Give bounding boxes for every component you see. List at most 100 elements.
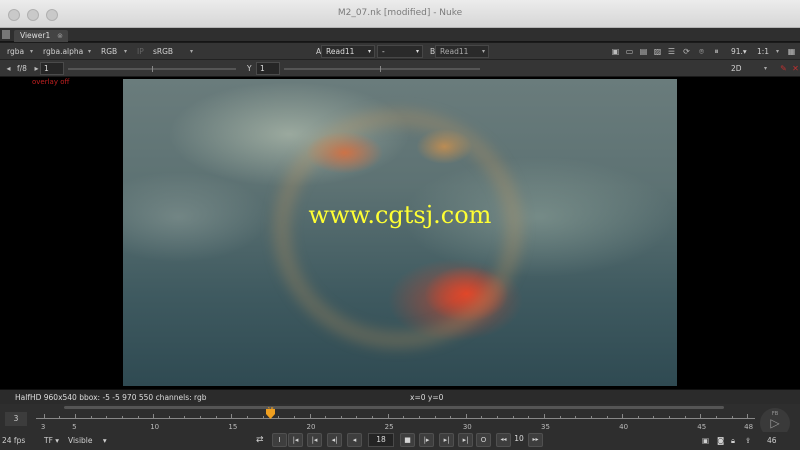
timeline[interactable]: 3 3 5 10 15 20 25 30 35 40 45 48 18 FB ▷ [0, 404, 800, 438]
refresh-icon[interactable]: ⟳ [681, 46, 692, 57]
timeline-tick [121, 416, 123, 419]
overlay-status: overlay off [32, 78, 70, 86]
chevron-down-icon: ▾ [123, 48, 127, 55]
viewer-image: www.cgtsj.com [123, 79, 677, 386]
roi-icon[interactable]: ▣ [610, 46, 621, 57]
tab-viewer1[interactable]: Viewer1 ⊗ [14, 30, 68, 42]
window-title: M2_07.nk [modified] - Nuke [337, 8, 463, 18]
last-frame-button[interactable]: ▸| [458, 433, 473, 447]
ip-toggle[interactable]: IP [132, 45, 146, 58]
view-mode-dropdown[interactable]: 2D ▾ [726, 62, 770, 75]
timeline-tick [575, 416, 577, 419]
paint-icon[interactable]: ✎ [778, 63, 789, 74]
timeline-tick [137, 416, 139, 419]
timeline-tick [278, 416, 280, 419]
chevron-down-icon: ▾ [87, 48, 91, 55]
timeline-tick [747, 414, 749, 419]
pane-menu-icon[interactable] [2, 30, 10, 39]
zoom-dropdown[interactable]: 91.▾ [726, 45, 752, 58]
playback-controls: 24 fps TF ▾ Visible ▾ ⇄ I |◂ |◂ ◂| ◂ 18 … [0, 432, 800, 450]
lock-range-icon[interactable]: 🔒︎ [731, 434, 735, 447]
timeline-tick [90, 416, 92, 419]
play-backward-button[interactable]: ◂ [347, 433, 362, 447]
prev-keyframe-button[interactable]: |◂ [307, 433, 322, 447]
timeline-tick [731, 416, 733, 419]
input-b-dropdown[interactable]: Read11 ▾ [435, 45, 489, 58]
smoke-ring [273, 109, 523, 349]
skip-forward-button[interactable]: ▸▸ [528, 433, 543, 447]
first-frame-button[interactable]: |◂ [288, 433, 303, 447]
out-frame-field[interactable]: 46 [767, 434, 777, 447]
loop-mode-icon[interactable]: ⇄ [256, 434, 264, 447]
in-frame-field[interactable]: 3 [5, 412, 27, 426]
viewer-toolbar-bottom: ◂ f/8 ▸ 1 Y 1 2D ▾ ✎ ✕ [0, 60, 800, 77]
input-a-label: A [316, 47, 322, 56]
timeline-tick [481, 416, 483, 419]
timeline-tick [200, 416, 202, 419]
viewer-canvas[interactable]: overlay off www.cgtsj.com [0, 77, 800, 389]
chevron-down-icon: ▾ [29, 48, 33, 55]
timeline-track[interactable] [36, 418, 755, 419]
timeline-tick [512, 416, 514, 419]
timeline-tick-label: 48 [744, 423, 754, 431]
timeline-tick [215, 416, 217, 419]
current-frame-field[interactable]: 18 [368, 433, 394, 447]
tf-dropdown[interactable]: TF ▾ [44, 434, 59, 447]
timeline-tick [497, 416, 499, 419]
overlay-icon[interactable]: ✕ [790, 63, 800, 74]
skip-back-button[interactable]: ◂◂ [496, 433, 511, 447]
list-icon[interactable]: ☰ [666, 46, 677, 57]
settings-icon[interactable]: ▦ [786, 46, 797, 57]
gamma-slider[interactable] [284, 66, 480, 72]
pause-icon[interactable]: ⏸ [711, 46, 722, 57]
fps-field[interactable]: 24 fps [2, 434, 25, 447]
timeline-tick [418, 416, 420, 419]
stop-button[interactable]: ■ [400, 433, 415, 447]
monitor-output-icon[interactable]: ▣ [702, 434, 709, 447]
compare-mode-dropdown[interactable]: - ▾ [377, 45, 423, 58]
timeline-tick [528, 416, 530, 419]
timeline-tick [450, 416, 452, 419]
title-bar: M2_07.nk [modified] - Nuke [0, 0, 800, 28]
chevron-down-icon: ▾ [189, 48, 193, 55]
play-forward-button[interactable]: |▸ [419, 433, 434, 447]
timeline-tick [622, 414, 624, 419]
next-keyframe-button[interactable]: ▸| [439, 433, 454, 447]
input-a-dropdown[interactable]: Read11 ▾ [321, 45, 375, 58]
close-icon[interactable]: ⊗ [57, 30, 63, 42]
timeline-tick [387, 414, 389, 419]
record-icon[interactable]: ◙ [717, 434, 724, 447]
timeline-tick [669, 416, 671, 419]
input-b-label: B [430, 47, 436, 56]
alpha-channel-dropdown[interactable]: rgba.alpha ▾ [38, 45, 94, 58]
timeline-tick [637, 416, 639, 419]
timeline-tick [403, 416, 405, 419]
timeline-tick-label: 30 [462, 423, 472, 431]
playhead-frame: 18 [267, 407, 274, 413]
out-point-button[interactable]: O [476, 433, 491, 447]
in-point-button[interactable]: I [272, 433, 287, 447]
export-icon[interactable]: ⇪ [745, 434, 751, 447]
timeline-tick-label: 20 [306, 423, 316, 431]
timeline-tick [309, 414, 311, 419]
timeline-tick-label: 40 [619, 423, 629, 431]
timeline-scrollbar[interactable] [64, 406, 724, 409]
timeline-tick-label: 15 [228, 423, 238, 431]
frame-increment-field[interactable]: 10 [512, 433, 526, 447]
image-icon[interactable]: ▨ [652, 46, 663, 57]
channels-dropdown[interactable]: rgba ▾ [2, 45, 36, 58]
timeline-tick [372, 416, 374, 419]
viewer-toolbar-top: rgba ▾ rgba.alpha ▾ RGB ▾ IP sRGB ▾ A Read11… [0, 43, 800, 60]
lock-icon[interactable]: ⌾ [696, 46, 707, 57]
clip-warning-icon[interactable]: ▤ [638, 46, 649, 57]
gamma-field[interactable]: 1 [256, 62, 280, 75]
display-style-dropdown[interactable]: RGB ▾ [96, 45, 130, 58]
visible-dropdown[interactable]: Visible ▾ [68, 434, 107, 447]
mask-overlay-icon[interactable]: ▭ [624, 46, 635, 57]
timeline-tick [153, 414, 155, 419]
step-back-increment-button[interactable]: ◂| [327, 433, 342, 447]
gain-field[interactable]: 1 [40, 62, 64, 75]
lut-dropdown[interactable]: sRGB ▾ [148, 45, 196, 58]
proxy-dropdown[interactable]: 1:1 ▾ [752, 45, 782, 58]
gain-slider[interactable] [68, 66, 236, 72]
